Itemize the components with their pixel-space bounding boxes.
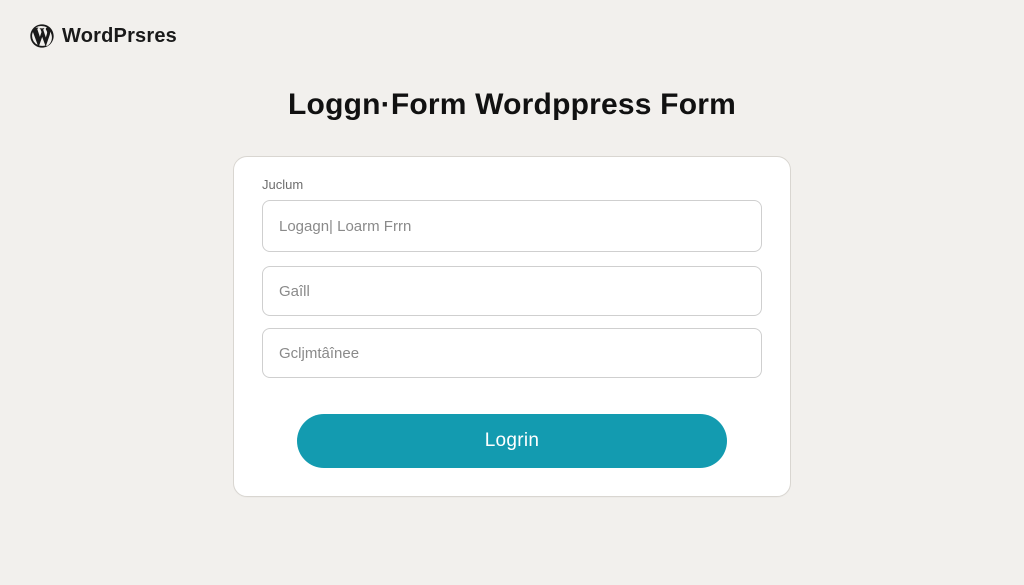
- field1-label: Juclum: [262, 177, 762, 192]
- page-title: Loggn·Form Wordppress Form: [0, 88, 1024, 122]
- field3-input[interactable]: [262, 328, 762, 378]
- brand-logo: WordPrsres: [28, 22, 177, 50]
- login-button[interactable]: Logrin: [297, 414, 727, 468]
- field1-input[interactable]: [262, 200, 762, 252]
- brand-name: WordPrsres: [62, 25, 177, 48]
- wordpress-icon: [28, 22, 56, 50]
- login-form-card: Juclum Logrin: [233, 156, 791, 497]
- field2-input[interactable]: [262, 266, 762, 316]
